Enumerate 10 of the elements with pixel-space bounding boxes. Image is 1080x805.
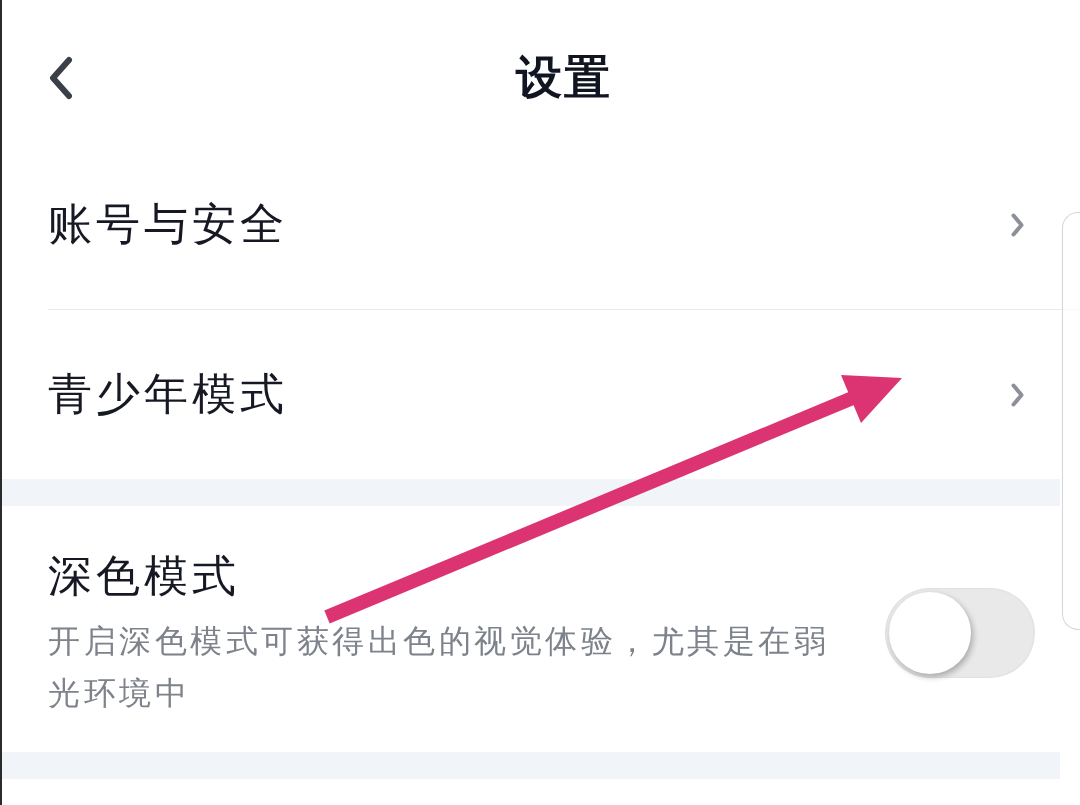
chevron-right-icon — [1011, 382, 1024, 407]
settings-item[interactable]: 账号与安全 — [48, 198, 288, 251]
setting-title: 深色模式 — [48, 549, 241, 603]
page-title: 设置 — [516, 50, 612, 106]
settings-item[interactable]: 青少年模式 — [48, 368, 288, 421]
back-button[interactable] — [48, 56, 74, 100]
edge-panel-handle[interactable] — [1062, 212, 1080, 630]
back-chevron-icon — [48, 56, 74, 100]
setting-description: 开启深色模式可获得出色的视觉体验，尤其是在弱光环境中 — [48, 621, 830, 714]
chevron-right-icon — [1011, 212, 1024, 237]
